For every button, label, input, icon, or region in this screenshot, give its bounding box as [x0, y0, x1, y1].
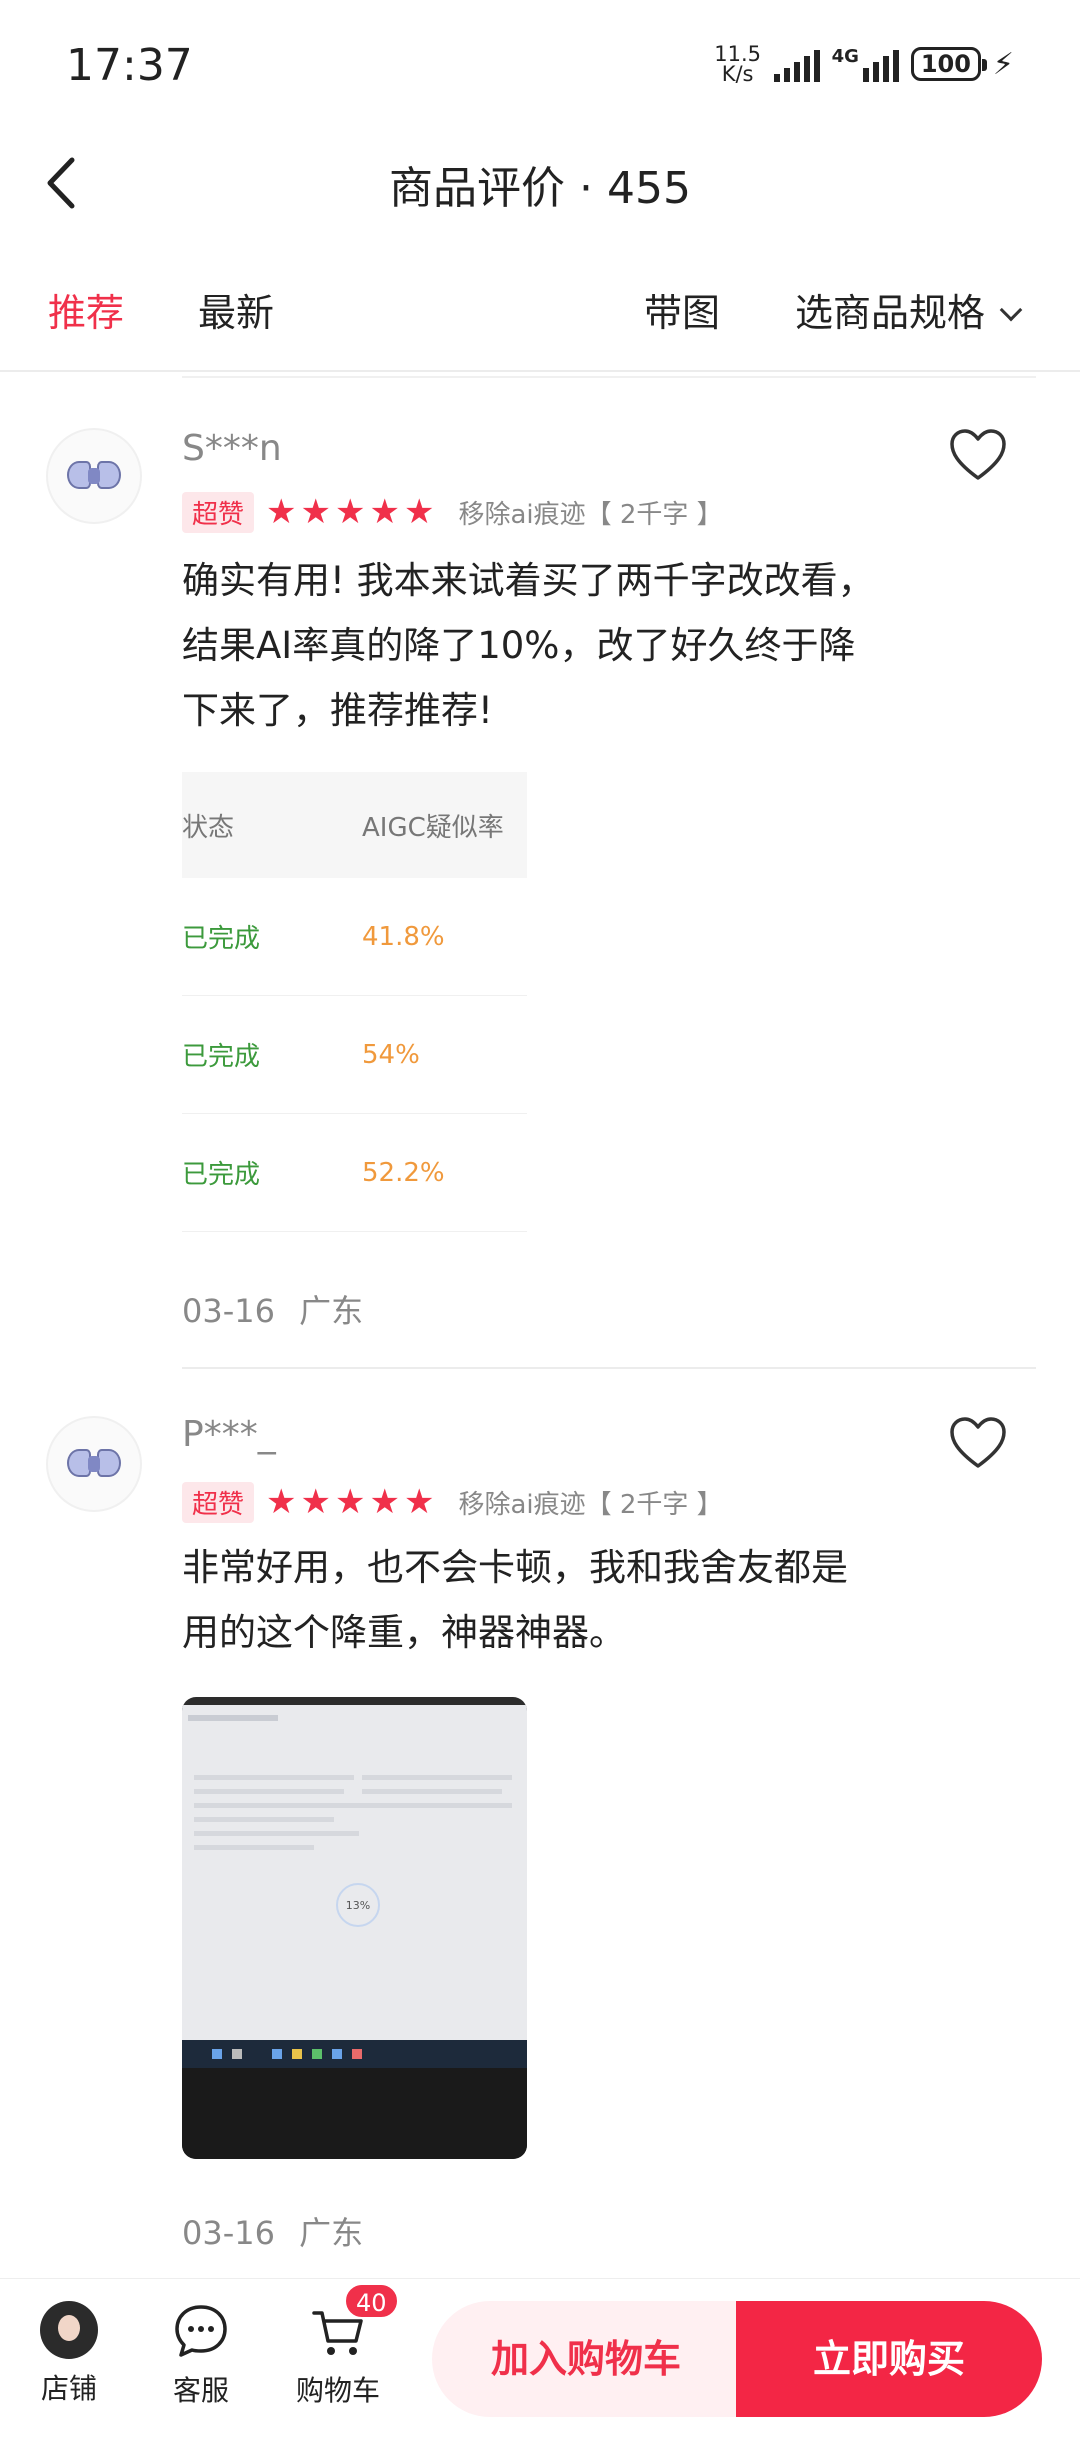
- table-cell: 已完成: [182, 1160, 261, 1190]
- chevron-down-icon: [999, 298, 1023, 322]
- table-cell: 41.8%: [362, 921, 445, 952]
- cart-label: 购物车: [295, 2374, 380, 2407]
- review-image[interactable]: 状态 AIGC疑似率 已完成 41.8% 已完成 54% 已完成 52.2%: [182, 772, 527, 1232]
- review-content: 非常好用，也不会卡顿，我和我舍友都是用的这个降重，神器神器。: [182, 1546, 848, 1654]
- bottom-action-bar: 店铺 客服 40 购物车 加入购物车 立即购买: [0, 2278, 1080, 2438]
- table-cell: 已完成: [182, 924, 261, 954]
- signal-4g-icon: 4G: [832, 46, 899, 82]
- star-icon: ★: [334, 492, 366, 532]
- review-date-location: 03-16 广东: [182, 1286, 363, 1332]
- bow-icon: [67, 459, 121, 493]
- star-icon: ★: [266, 492, 297, 532]
- table-header-cell: AIGC疑似率: [362, 812, 504, 843]
- tab-recommend[interactable]: 推荐: [48, 282, 124, 337]
- laptop-taskbar: [182, 2040, 527, 2068]
- review-meta: 超赞 ★ ★ ★ ★ ★ 移除ai痕迹【 2千字 】: [182, 1481, 723, 1523]
- store-button[interactable]: 店铺: [24, 2301, 114, 2407]
- review-image[interactable]: 13%: [182, 1697, 527, 2159]
- star-icon: ★: [300, 1482, 331, 1522]
- status-icons: 11.5 K/s 4G 100 ⚡: [714, 42, 1014, 86]
- store-avatar: [40, 2301, 98, 2359]
- network-type-label: 4G: [831, 46, 859, 67]
- review-spec: 移除ai痕迹【 2千字 】: [458, 499, 723, 530]
- cart-icon: 40: [308, 2283, 399, 2361]
- header: 商品评价 · 455: [0, 130, 1080, 240]
- star-icon: ★: [266, 1482, 297, 1522]
- review-date-location: 03-16 广东: [182, 2208, 363, 2254]
- status-time: 17:37: [66, 40, 193, 91]
- select-spec-dropdown[interactable]: 选商品规格: [795, 282, 1023, 337]
- divider: [182, 376, 1036, 378]
- star-icon: ★: [369, 492, 400, 532]
- heart-icon: [950, 1417, 1006, 1468]
- table-header-cell: 状态: [182, 812, 235, 843]
- add-to-cart-button[interactable]: 加入购物车: [432, 2301, 740, 2417]
- star-icon: ★: [403, 1482, 435, 1522]
- review-meta: 超赞 ★ ★ ★ ★ ★ 移除ai痕迹【 2千字 】: [182, 491, 723, 533]
- tab-latest[interactable]: 最新: [198, 282, 274, 337]
- cart-button[interactable]: 40 购物车: [288, 2283, 399, 2409]
- divider: [182, 1367, 1036, 1369]
- review-date: 03-16: [182, 2214, 275, 2252]
- table-cell: 已完成: [182, 1042, 261, 1072]
- status-badge: 超赞: [182, 1481, 255, 1523]
- battery-icon: 100: [910, 47, 987, 81]
- star-icon: ★: [403, 492, 435, 532]
- select-spec-label: 选商品规格: [795, 291, 986, 335]
- page-title: 商品评价 · 455: [389, 163, 691, 214]
- table-row: 已完成 54%: [182, 996, 527, 1114]
- buy-now-button[interactable]: 立即购买: [736, 2301, 1042, 2417]
- heart-icon: [950, 429, 1006, 480]
- status-bar: 17:37 11.5 K/s 4G 100 ⚡: [0, 0, 1080, 130]
- laptop-screen: 13%: [182, 1705, 527, 2040]
- customer-service-button[interactable]: 客服: [156, 2301, 246, 2409]
- bow-icon: [67, 1447, 121, 1481]
- network-speed-value: 11.5: [714, 42, 761, 66]
- signal-icon: [773, 46, 820, 82]
- tab-with-images[interactable]: 带图: [644, 282, 720, 337]
- avatar[interactable]: [46, 428, 142, 524]
- review-date: 03-16: [182, 1292, 275, 1330]
- progress-ring: 13%: [336, 1883, 380, 1927]
- table-cell: 54%: [362, 1039, 420, 1070]
- table-header: 状态 AIGC疑似率: [182, 772, 527, 878]
- like-button[interactable]: [948, 1416, 1008, 1472]
- review-spec: 移除ai痕迹【 2千字 】: [458, 1489, 723, 1520]
- table-row: 已完成 52.2%: [182, 1114, 527, 1232]
- customer-service-label: 客服: [172, 2374, 229, 2407]
- review-username: S***n: [182, 428, 282, 469]
- like-button[interactable]: [948, 428, 1008, 484]
- review-username: P***_: [182, 1414, 276, 1455]
- store-label: 店铺: [40, 2372, 97, 2405]
- charging-icon: ⚡: [992, 46, 1014, 82]
- chat-icon: [171, 2301, 231, 2361]
- review-content: 确实有用! 我本来试着买了两千字改改看，结果AI率真的降了10%，改了好久终于降…: [182, 559, 875, 732]
- review-location: 广东: [299, 1292, 364, 1330]
- star-icon: ★: [300, 492, 331, 532]
- star-icon: ★: [369, 1482, 400, 1522]
- laptop-bezel: [182, 2068, 527, 2159]
- network-speed-unit: K/s: [721, 62, 754, 86]
- filter-tabs: 推荐 最新 带图 选商品规格: [0, 262, 1080, 372]
- network-speed: 11.5 K/s: [714, 42, 762, 86]
- status-badge: 超赞: [182, 491, 255, 533]
- cart-count-badge: 40: [344, 2283, 399, 2319]
- table-row: 已完成 41.8%: [182, 878, 527, 996]
- avatar[interactable]: [46, 1416, 142, 1512]
- star-icon: ★: [334, 1482, 366, 1522]
- review-location: 广东: [299, 2214, 364, 2252]
- table-cell: 52.2%: [362, 1157, 445, 1188]
